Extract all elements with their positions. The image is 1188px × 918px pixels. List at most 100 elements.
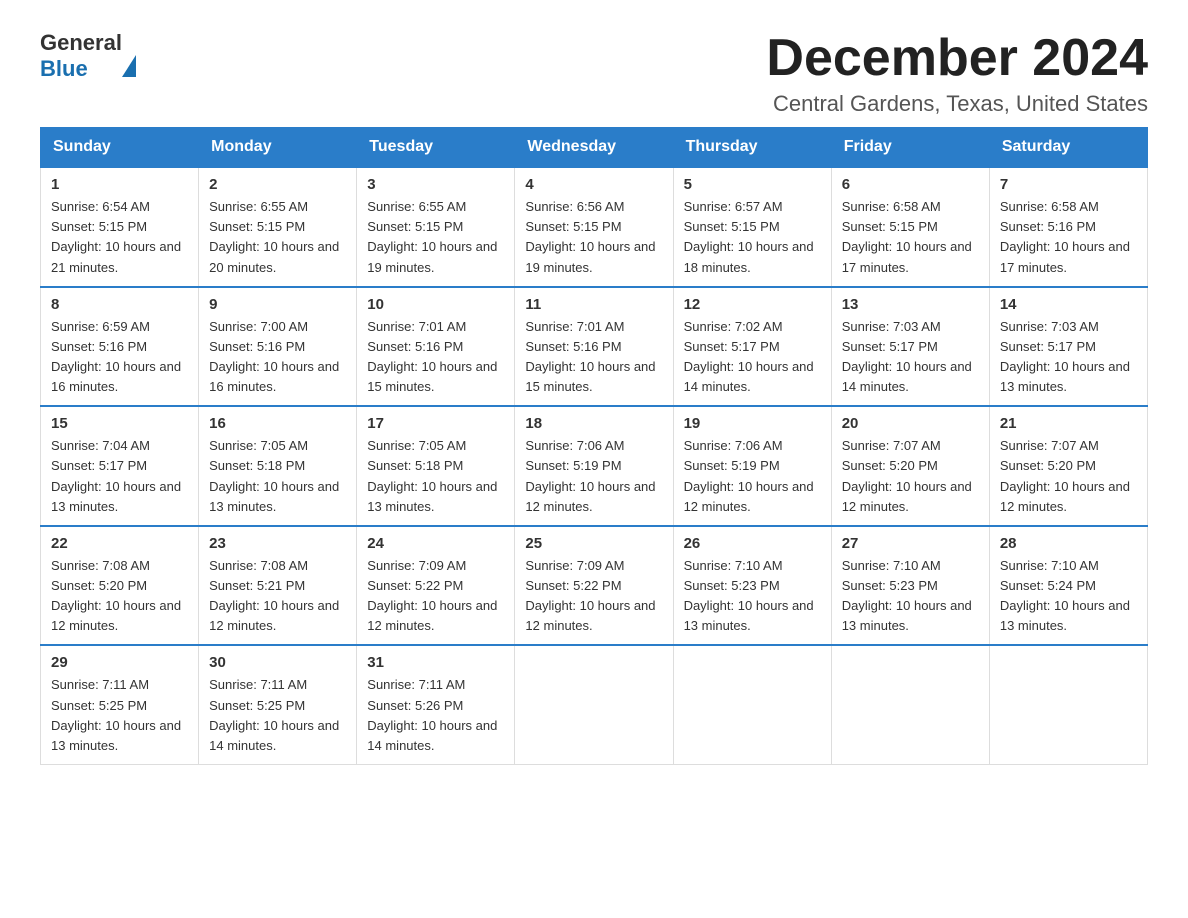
calendar-body: 1 Sunrise: 6:54 AMSunset: 5:15 PMDaylight… xyxy=(41,167,1148,764)
day-number: 27 xyxy=(842,535,979,552)
day-header-thursday: Thursday xyxy=(673,128,831,168)
page-subtitle: Central Gardens, Texas, United States xyxy=(766,91,1148,117)
day-header-saturday: Saturday xyxy=(989,128,1147,168)
day-info: Sunrise: 7:07 AMSunset: 5:20 PMDaylight:… xyxy=(842,436,979,517)
day-info: Sunrise: 7:01 AMSunset: 5:16 PMDaylight:… xyxy=(367,317,504,398)
calendar-cell: 23Sunrise: 7:08 AMSunset: 5:21 PMDayligh… xyxy=(199,526,357,646)
day-number: 1 xyxy=(51,176,188,193)
day-number: 30 xyxy=(209,654,346,671)
day-header-friday: Friday xyxy=(831,128,989,168)
day-number: 12 xyxy=(684,296,821,313)
day-number: 2 xyxy=(209,176,346,193)
day-info: Sunrise: 7:03 AMSunset: 5:17 PMDaylight:… xyxy=(842,317,979,398)
day-number: 19 xyxy=(684,415,821,432)
day-info: Sunrise: 7:10 AMSunset: 5:23 PMDaylight:… xyxy=(684,556,821,637)
day-info: Sunrise: 7:11 AMSunset: 5:25 PMDaylight:… xyxy=(51,675,188,756)
calendar-cell: 24 Sunrise: 7:09 AMSunset: 5:22 PMDayligh… xyxy=(357,526,515,646)
day-info: Sunrise: 7:01 AMSunset: 5:16 PMDaylight:… xyxy=(525,317,662,398)
day-number: 18 xyxy=(525,415,662,432)
day-info: Sunrise: 7:06 AMSunset: 5:19 PMDaylight:… xyxy=(525,436,662,517)
calendar-cell: 10Sunrise: 7:01 AMSunset: 5:16 PMDayligh… xyxy=(357,287,515,407)
calendar-cell xyxy=(831,645,989,764)
day-number: 8 xyxy=(51,296,188,313)
day-info: Sunrise: 7:02 AMSunset: 5:17 PMDaylight:… xyxy=(684,317,821,398)
calendar-cell: 30 Sunrise: 7:11 AMSunset: 5:25 PMDayligh… xyxy=(199,645,357,764)
day-info: Sunrise: 6:57 AMSunset: 5:15 PMDaylight:… xyxy=(684,197,821,278)
calendar-week-2: 8 Sunrise: 6:59 AMSunset: 5:16 PMDaylight… xyxy=(41,287,1148,407)
day-info: Sunrise: 7:10 AMSunset: 5:23 PMDaylight:… xyxy=(842,556,979,637)
day-number: 7 xyxy=(1000,176,1137,193)
day-header-tuesday: Tuesday xyxy=(357,128,515,168)
day-number: 23 xyxy=(209,535,346,552)
calendar-cell: 14 Sunrise: 7:03 AMSunset: 5:17 PMDayligh… xyxy=(989,287,1147,407)
day-info: Sunrise: 7:09 AMSunset: 5:22 PMDaylight:… xyxy=(525,556,662,637)
day-number: 15 xyxy=(51,415,188,432)
calendar-cell: 4Sunrise: 6:56 AMSunset: 5:15 PMDaylight… xyxy=(515,167,673,287)
day-header-wednesday: Wednesday xyxy=(515,128,673,168)
calendar-header: SundayMondayTuesdayWednesdayThursdayFrid… xyxy=(41,128,1148,168)
day-number: 21 xyxy=(1000,415,1137,432)
calendar-cell xyxy=(673,645,831,764)
day-info: Sunrise: 7:11 AMSunset: 5:25 PMDaylight:… xyxy=(209,675,346,756)
day-info: Sunrise: 6:55 AMSunset: 5:15 PMDaylight:… xyxy=(367,197,504,278)
calendar-cell: 15 Sunrise: 7:04 AMSunset: 5:17 PMDayligh… xyxy=(41,406,199,526)
calendar-cell: 17 Sunrise: 7:05 AMSunset: 5:18 PMDayligh… xyxy=(357,406,515,526)
day-number: 13 xyxy=(842,296,979,313)
calendar-week-4: 22 Sunrise: 7:08 AMSunset: 5:20 PMDayligh… xyxy=(41,526,1148,646)
calendar-cell: 5 Sunrise: 6:57 AMSunset: 5:15 PMDaylight… xyxy=(673,167,831,287)
calendar-cell: 29 Sunrise: 7:11 AMSunset: 5:25 PMDayligh… xyxy=(41,645,199,764)
page-header: General Blue December 2024 Central Garde… xyxy=(40,30,1148,117)
day-number: 6 xyxy=(842,176,979,193)
day-info: Sunrise: 7:05 AMSunset: 5:18 PMDaylight:… xyxy=(209,436,346,517)
calendar-cell: 22 Sunrise: 7:08 AMSunset: 5:20 PMDayligh… xyxy=(41,526,199,646)
day-info: Sunrise: 7:08 AMSunset: 5:20 PMDaylight:… xyxy=(51,556,188,637)
day-info: Sunrise: 7:05 AMSunset: 5:18 PMDaylight:… xyxy=(367,436,504,517)
day-number: 9 xyxy=(209,296,346,313)
day-number: 22 xyxy=(51,535,188,552)
calendar-cell: 16 Sunrise: 7:05 AMSunset: 5:18 PMDayligh… xyxy=(199,406,357,526)
day-number: 28 xyxy=(1000,535,1137,552)
calendar-cell: 27 Sunrise: 7:10 AMSunset: 5:23 PMDayligh… xyxy=(831,526,989,646)
day-info: Sunrise: 6:58 AMSunset: 5:16 PMDaylight:… xyxy=(1000,197,1137,278)
day-info: Sunrise: 7:11 AMSunset: 5:26 PMDaylight:… xyxy=(367,675,504,756)
calendar-cell: 26 Sunrise: 7:10 AMSunset: 5:23 PMDayligh… xyxy=(673,526,831,646)
day-info: Sunrise: 7:04 AMSunset: 5:17 PMDaylight:… xyxy=(51,436,188,517)
day-number: 17 xyxy=(367,415,504,432)
calendar-cell: 11 Sunrise: 7:01 AMSunset: 5:16 PMDayligh… xyxy=(515,287,673,407)
logo-general: General xyxy=(40,30,122,55)
calendar-cell: 18 Sunrise: 7:06 AMSunset: 5:19 PMDayligh… xyxy=(515,406,673,526)
day-info: Sunrise: 6:59 AMSunset: 5:16 PMDaylight:… xyxy=(51,317,188,398)
day-number: 26 xyxy=(684,535,821,552)
calendar-cell: 2Sunrise: 6:55 AMSunset: 5:15 PMDaylight… xyxy=(199,167,357,287)
calendar-cell: 1 Sunrise: 6:54 AMSunset: 5:15 PMDaylight… xyxy=(41,167,199,287)
day-number: 20 xyxy=(842,415,979,432)
calendar-cell xyxy=(515,645,673,764)
day-number: 16 xyxy=(209,415,346,432)
day-number: 5 xyxy=(684,176,821,193)
calendar-week-1: 1 Sunrise: 6:54 AMSunset: 5:15 PMDaylight… xyxy=(41,167,1148,287)
calendar-cell: 31 Sunrise: 7:11 AMSunset: 5:26 PMDayligh… xyxy=(357,645,515,764)
calendar-cell xyxy=(989,645,1147,764)
day-number: 31 xyxy=(367,654,504,671)
day-info: Sunrise: 6:54 AMSunset: 5:15 PMDaylight:… xyxy=(51,197,188,278)
calendar-cell: 8 Sunrise: 6:59 AMSunset: 5:16 PMDaylight… xyxy=(41,287,199,407)
day-number: 29 xyxy=(51,654,188,671)
calendar-week-3: 15 Sunrise: 7:04 AMSunset: 5:17 PMDayligh… xyxy=(41,406,1148,526)
calendar-cell: 20 Sunrise: 7:07 AMSunset: 5:20 PMDayligh… xyxy=(831,406,989,526)
calendar-cell: 28 Sunrise: 7:10 AMSunset: 5:24 PMDayligh… xyxy=(989,526,1147,646)
day-number: 24 xyxy=(367,535,504,552)
calendar-cell: 12 Sunrise: 7:02 AMSunset: 5:17 PMDayligh… xyxy=(673,287,831,407)
day-number: 14 xyxy=(1000,296,1137,313)
logo-blue: Blue xyxy=(40,56,88,81)
day-info: Sunrise: 7:10 AMSunset: 5:24 PMDaylight:… xyxy=(1000,556,1137,637)
logo-text: General Blue xyxy=(40,30,136,82)
calendar-cell: 9 Sunrise: 7:00 AMSunset: 5:16 PMDaylight… xyxy=(199,287,357,407)
logo-triangle-icon xyxy=(122,30,136,77)
day-info: Sunrise: 7:00 AMSunset: 5:16 PMDaylight:… xyxy=(209,317,346,398)
days-of-week-row: SundayMondayTuesdayWednesdayThursdayFrid… xyxy=(41,128,1148,168)
day-info: Sunrise: 7:09 AMSunset: 5:22 PMDaylight:… xyxy=(367,556,504,637)
day-number: 11 xyxy=(525,296,662,313)
day-info: Sunrise: 7:03 AMSunset: 5:17 PMDaylight:… xyxy=(1000,317,1137,398)
calendar-table: SundayMondayTuesdayWednesdayThursdayFrid… xyxy=(40,127,1148,765)
day-number: 25 xyxy=(525,535,662,552)
